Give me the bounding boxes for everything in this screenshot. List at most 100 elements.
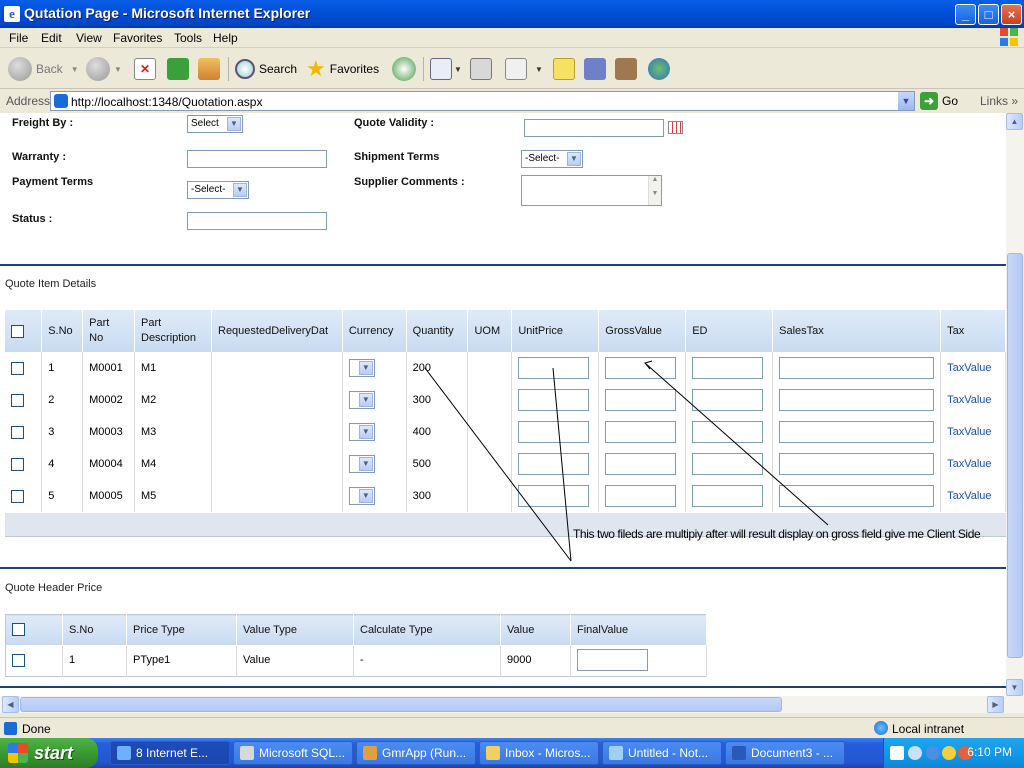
- edit-button[interactable]: ▼: [505, 55, 543, 83]
- back-arrow-icon[interactable]: [926, 746, 940, 760]
- cell-price-type: PType1: [126, 644, 237, 677]
- network-icon[interactable]: [908, 746, 922, 760]
- select-all-checkbox[interactable]: [12, 623, 25, 637]
- ie-icon: e: [4, 6, 20, 22]
- quote-header-price-title: Quote Header Price: [5, 582, 103, 594]
- print-button[interactable]: [470, 55, 492, 83]
- status-bar: Done Local intranet: [0, 717, 1024, 738]
- search-button[interactable]: Search: [235, 55, 297, 83]
- zone-label: Local intranet: [892, 722, 965, 736]
- forward-arrow-icon: [86, 57, 110, 81]
- task-label: Inbox - Micros...: [505, 746, 591, 760]
- maximize-button[interactable]: □: [978, 4, 999, 25]
- task-sql[interactable]: Microsoft SQL...: [233, 741, 353, 765]
- cell-sno: 1: [62, 644, 127, 677]
- address-dropdown-icon[interactable]: ▼: [897, 92, 914, 110]
- horizontal-scrollbar[interactable]: ◀ ▶: [0, 696, 1024, 713]
- task-label: Document3 - ...: [751, 746, 834, 760]
- close-button[interactable]: ×: [1001, 4, 1022, 25]
- history-icon: [392, 57, 416, 81]
- quote-header-grid: S.No Price Type Value Type Calculate Typ…: [5, 614, 707, 677]
- notes-button[interactable]: [553, 55, 575, 83]
- task-internet-explorer[interactable]: 8 Internet E...: [110, 741, 230, 765]
- row-checkbox[interactable]: [12, 653, 25, 667]
- word-icon: [732, 746, 746, 760]
- task-gmrapp[interactable]: GmrApp (Run...: [356, 741, 476, 765]
- clock[interactable]: 6:10 PM: [967, 745, 1012, 759]
- tools-icon: [615, 58, 637, 80]
- scroll-left-icon[interactable]: ◀: [2, 696, 19, 713]
- note-icon: [553, 58, 575, 80]
- task-label: Microsoft SQL...: [259, 746, 346, 760]
- history-button[interactable]: [392, 55, 420, 83]
- menu-help[interactable]: Help: [213, 31, 238, 45]
- intranet-icon: [874, 721, 888, 735]
- final-value-input[interactable]: [577, 649, 648, 672]
- help-icon[interactable]: [890, 746, 904, 760]
- task-inbox[interactable]: Inbox - Micros...: [479, 741, 599, 765]
- word-icon: [505, 58, 527, 80]
- edit-dropdown-icon[interactable]: ▼: [535, 65, 543, 74]
- favorites-button[interactable]: ★ Favorites: [306, 55, 379, 83]
- back-arrow-icon: [8, 57, 32, 81]
- refresh-button[interactable]: [167, 55, 189, 83]
- vertical-scrollbar[interactable]: ▲ ▼: [1006, 113, 1024, 696]
- links-button[interactable]: Links »: [980, 94, 1018, 108]
- menu-file[interactable]: File: [9, 31, 28, 45]
- toolbar-separator: [423, 57, 424, 81]
- menu-view[interactable]: View: [76, 31, 102, 45]
- stop-icon: ✕: [134, 58, 156, 80]
- annotation-arrows: [424, 360, 829, 562]
- mail-dropdown-icon[interactable]: ▼: [454, 65, 462, 74]
- col-final-value: FinalValue: [570, 614, 707, 645]
- go-button[interactable]: ➜ Go: [920, 92, 958, 110]
- mail-button[interactable]: ▼: [430, 55, 462, 83]
- menu-favorites[interactable]: Favorites: [113, 31, 162, 45]
- go-arrow-icon: ➜: [920, 92, 938, 110]
- messenger-button[interactable]: [648, 55, 670, 83]
- outlook-icon: [486, 746, 500, 760]
- vertical-scroll-thumb[interactable]: [1007, 253, 1023, 658]
- col-price-type: Price Type: [126, 614, 237, 645]
- menu-tools[interactable]: Tools: [174, 31, 202, 45]
- arrow-line-grossvalue: [644, 362, 829, 526]
- menu-edit[interactable]: Edit: [41, 31, 62, 45]
- address-bar: Address http://localhost:1348/Quotation.…: [0, 90, 1024, 112]
- scroll-down-icon[interactable]: ▼: [1006, 679, 1023, 696]
- page-content: Freight By : Select ▼ Quote Validity : Wa…: [0, 113, 1006, 696]
- table-row: 1 PType1 Value - 9000: [5, 644, 707, 677]
- cell-value-type: Value: [236, 644, 354, 677]
- col-value-type: Value Type: [236, 614, 354, 645]
- scroll-up-icon[interactable]: ▲: [1006, 113, 1023, 130]
- back-dropdown-icon[interactable]: ▼: [71, 65, 79, 74]
- cell-value: 9000: [500, 644, 571, 677]
- sql-icon: [240, 746, 254, 760]
- forward-dropdown-icon[interactable]: ▼: [114, 65, 122, 74]
- forward-button[interactable]: ▼: [86, 55, 122, 83]
- refresh-icon: [167, 58, 189, 80]
- stop-button[interactable]: ✕: [134, 55, 156, 83]
- start-button[interactable]: start: [0, 738, 98, 768]
- home-button[interactable]: [198, 55, 220, 83]
- title-bar: e Qutation Page - Microsoft Internet Exp…: [0, 0, 1024, 28]
- search-icon: [235, 59, 255, 79]
- task-document[interactable]: Document3 - ...: [725, 741, 845, 765]
- messenger-icon[interactable]: [942, 746, 956, 760]
- back-button[interactable]: Back ▼: [8, 55, 79, 83]
- minimize-button[interactable]: _: [955, 4, 976, 25]
- home-icon: [198, 58, 220, 80]
- task-notepad[interactable]: Untitled - Not...: [602, 741, 722, 765]
- research-button[interactable]: [584, 55, 606, 83]
- address-label: Address: [6, 94, 51, 108]
- favorites-label: Favorites: [329, 62, 380, 76]
- arrow-line-unitprice: [552, 367, 572, 562]
- notepad-icon: [609, 746, 623, 760]
- address-input[interactable]: http://localhost:1348/Quotation.aspx ▼: [50, 91, 915, 111]
- page-done-icon: [4, 722, 17, 735]
- window-title: Qutation Page - Microsoft Internet Explo…: [24, 5, 311, 21]
- page-icon: [54, 94, 68, 108]
- windows-logo-icon: [8, 743, 28, 763]
- scroll-right-icon[interactable]: ▶: [987, 696, 1004, 713]
- horizontal-scroll-thumb[interactable]: [20, 697, 782, 712]
- tools-button[interactable]: [615, 55, 637, 83]
